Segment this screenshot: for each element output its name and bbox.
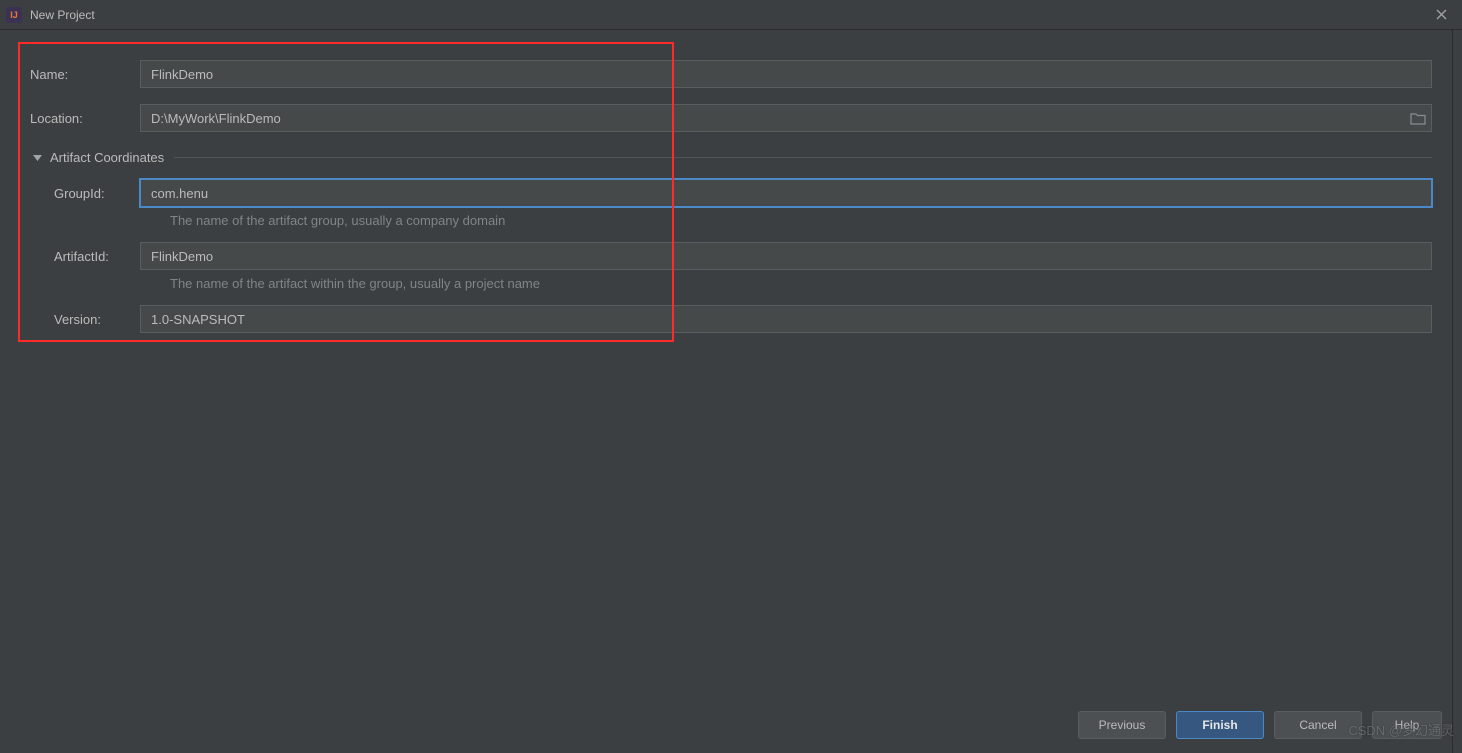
artifactid-input[interactable] bbox=[140, 242, 1432, 270]
title-bar: IJ New Project bbox=[0, 0, 1462, 30]
row-artifactid: ArtifactId: bbox=[30, 242, 1432, 270]
cancel-button[interactable]: Cancel bbox=[1274, 711, 1362, 739]
help-button[interactable]: Help bbox=[1372, 711, 1442, 739]
label-artifactid: ArtifactId: bbox=[30, 249, 140, 264]
browse-folder-icon[interactable] bbox=[1408, 108, 1428, 128]
label-groupid: GroupId: bbox=[30, 186, 140, 201]
location-input[interactable] bbox=[140, 104, 1432, 132]
svg-text:IJ: IJ bbox=[10, 10, 18, 20]
name-input[interactable] bbox=[140, 60, 1432, 88]
label-version: Version: bbox=[30, 312, 140, 327]
chevron-down-icon bbox=[30, 151, 44, 165]
artifact-coordinates-toggle[interactable]: Artifact Coordinates bbox=[30, 150, 1432, 165]
finish-button[interactable]: Finish bbox=[1176, 711, 1264, 739]
row-groupid: GroupId: bbox=[30, 179, 1432, 207]
row-version: Version: bbox=[30, 305, 1432, 333]
window-title: New Project bbox=[30, 8, 95, 22]
section-divider bbox=[174, 157, 1432, 158]
label-name: Name: bbox=[30, 67, 140, 82]
groupid-input[interactable] bbox=[140, 179, 1432, 207]
hint-groupid: The name of the artifact group, usually … bbox=[170, 213, 1432, 228]
form-area: Name: Location: Artifact Coordinates Gro… bbox=[0, 30, 1462, 333]
right-gutter bbox=[1452, 30, 1462, 753]
close-icon[interactable] bbox=[1426, 0, 1456, 30]
hint-artifactid: The name of the artifact within the grou… bbox=[170, 276, 1432, 291]
label-location: Location: bbox=[30, 111, 140, 126]
row-location: Location: bbox=[30, 104, 1432, 132]
row-name: Name: bbox=[30, 60, 1432, 88]
previous-button[interactable]: Previous bbox=[1078, 711, 1166, 739]
dialog-footer: Previous Finish Cancel Help bbox=[1078, 711, 1442, 739]
version-input[interactable] bbox=[140, 305, 1432, 333]
artifact-coordinates-label: Artifact Coordinates bbox=[50, 150, 164, 165]
app-logo-icon: IJ bbox=[6, 7, 22, 23]
